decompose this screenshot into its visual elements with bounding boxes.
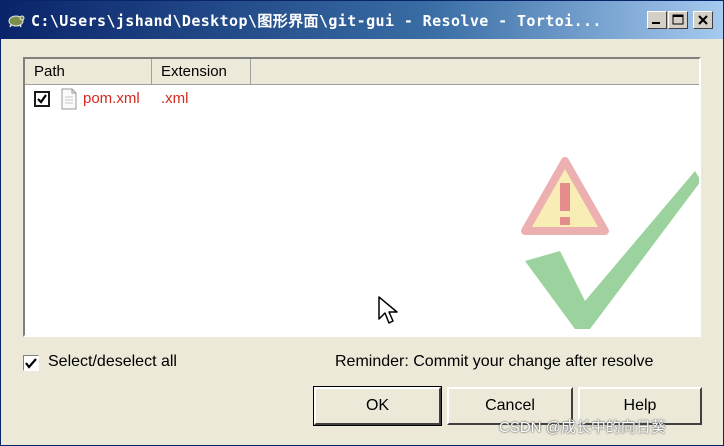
list-item[interactable]: pom.xml .xml [25, 87, 699, 111]
close-icon [698, 15, 708, 25]
csdn-watermark-text: CSDN @成长中的向日葵 [499, 419, 666, 436]
column-header-extension[interactable]: Extension [152, 59, 251, 84]
row-path: pom.xml [83, 90, 140, 107]
row-checkbox[interactable] [34, 91, 50, 107]
mouse-cursor-icon [378, 296, 398, 324]
resolve-warning-check-icon [521, 157, 699, 329]
reminder-text: Reminder: Commit your change after resol… [335, 353, 654, 370]
select-all-label[interactable]: Select/deselect all [48, 353, 177, 371]
maximize-icon [672, 14, 684, 25]
maximize-button[interactable] [668, 11, 688, 29]
column-header-path[interactable]: Path [25, 59, 152, 84]
conflict-file-list[interactable]: Path Extension pom.xml .xml [23, 57, 701, 337]
title-bar[interactable]: C:\Users\jshand\Desktop\图形界面\git-gui - R… [1, 1, 723, 39]
minimize-icon [652, 22, 660, 24]
list-header: Path Extension [25, 59, 699, 85]
resolve-dialog: C:\Users\jshand\Desktop\图形界面\git-gui - R… [0, 0, 724, 446]
window-title: C:\Users\jshand\Desktop\图形界面\git-gui - R… [31, 12, 602, 30]
select-all-box[interactable] [23, 355, 39, 371]
minimize-button[interactable] [647, 11, 667, 29]
checkmark-icon [25, 358, 37, 369]
close-button[interactable] [693, 11, 713, 29]
file-icon [61, 88, 77, 110]
checkmark-icon [37, 94, 47, 104]
tortoisegit-icon [8, 15, 25, 28]
row-extension: .xml [161, 90, 189, 107]
ok-button[interactable]: OK [313, 386, 442, 426]
